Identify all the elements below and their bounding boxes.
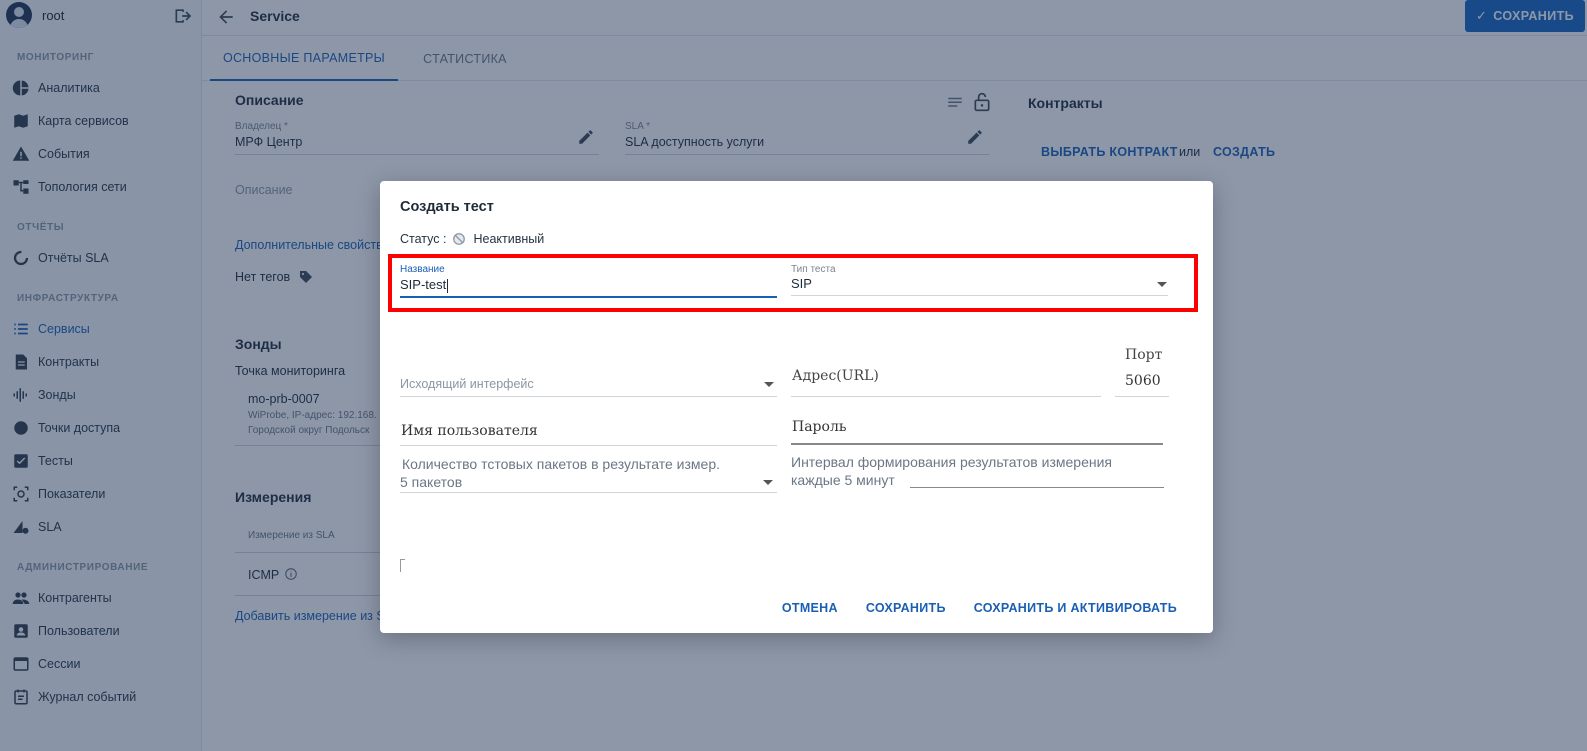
interval-field-label: Интервал формирования результатов измере… [791,454,1112,470]
username-field[interactable]: Имя пользователя [401,423,538,439]
checkbox-fragment[interactable] [400,559,405,572]
interval-field-value[interactable]: каждые 5 минут [791,472,895,488]
packets-underline [400,492,777,493]
port-field-label: Порт [1125,347,1163,363]
dialog-title: Создать тест [400,199,494,215]
save-and-activate-button[interactable]: СОХРАНИТЬ И АКТИВИРОВАТЬ [974,601,1177,615]
packets-dropdown-arrow-icon[interactable] [763,480,773,485]
password-field[interactable]: Пароль [792,419,846,435]
create-test-dialog: Создать тест Статус : Неактивный Названи… [380,181,1213,633]
dialog-actions: ОТМЕНА СОХРАНИТЬ СОХРАНИТЬ И АКТИВИРОВАТ… [782,601,1177,615]
interval-underline [910,487,1164,488]
packets-field-label: Количество тстовых пакетов в результате … [402,456,721,472]
packets-field-value[interactable]: 5 пакетов [400,474,462,490]
source-interface-underline [400,396,777,397]
source-interface-dropdown-arrow-icon[interactable] [764,382,774,387]
highlight-box [388,254,1198,312]
source-interface-field[interactable]: Исходящий интерфейс [400,377,534,391]
address-field[interactable]: Адрес(URL) [792,368,879,384]
dialog-save-button[interactable]: СОХРАНИТЬ [866,601,946,615]
username-underline [400,445,777,446]
status-label: Статус : [400,232,447,246]
password-underline [791,443,1163,445]
inactive-status-icon [453,233,466,245]
port-underline [1115,396,1169,397]
cancel-button[interactable]: ОТМЕНА [782,601,838,615]
status-row: Статус : Неактивный [400,232,544,246]
port-field-value[interactable]: 5060 [1125,373,1161,389]
status-value: Неактивный [473,232,545,246]
address-underline [791,396,1101,397]
